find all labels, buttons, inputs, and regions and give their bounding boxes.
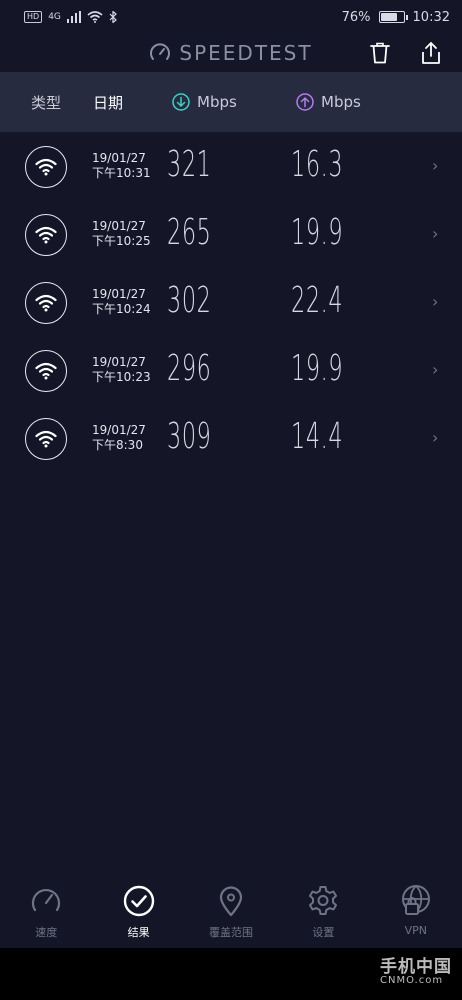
- result-time: 下午10:25: [92, 234, 151, 248]
- cnmo-watermark: 手机中国 CNMO.com: [380, 952, 452, 986]
- system-bottom-bar: 手机中国 CNMO.com: [0, 948, 462, 1000]
- signal-icon: [66, 11, 81, 23]
- result-datetime: 19/01/27 下午10:23: [92, 355, 151, 385]
- chevron-right-icon: ›: [432, 292, 439, 311]
- nav-speed[interactable]: 速度: [0, 872, 92, 948]
- column-upload[interactable]: Mbps: [296, 93, 361, 111]
- share-icon: [422, 42, 440, 64]
- wifi-type-icon: [25, 214, 67, 256]
- result-upload: 16.3: [291, 144, 344, 185]
- gear-icon: [306, 884, 340, 918]
- trash-icon: [370, 42, 390, 64]
- nav-vpn[interactable]: VPN: [370, 872, 462, 948]
- result-date: 19/01/27: [92, 287, 146, 301]
- watermark-en: CNMO.com: [380, 975, 444, 986]
- result-time: 下午10:24: [92, 302, 151, 316]
- status-left: HD 4G: [24, 11, 117, 23]
- watermark-cn: 手机中国: [380, 957, 452, 977]
- hd-badge: HD: [24, 11, 43, 23]
- result-row[interactable]: 19/01/27 下午10:23 296 19.9 ›: [0, 336, 462, 404]
- upload-unit: Mbps: [321, 93, 361, 111]
- result-date: 19/01/27: [92, 355, 146, 369]
- result-datetime: 19/01/27 下午10:24: [92, 287, 151, 317]
- result-row[interactable]: 19/01/27 下午10:24 302 22.4 ›: [0, 268, 462, 336]
- logo-text: SPEEDTEST: [179, 41, 313, 65]
- result-time: 下午10:31: [92, 166, 151, 180]
- battery-percent: 76%: [341, 9, 371, 25]
- download-unit: Mbps: [197, 93, 237, 111]
- chevron-right-icon: ›: [432, 428, 439, 447]
- result-upload: 19.9: [291, 348, 344, 389]
- results-column-header: 类型 日期 Mbps Mbps: [0, 72, 462, 132]
- speedometer-icon: [29, 884, 63, 918]
- share-button[interactable]: [416, 38, 446, 68]
- checkmark-circle-icon: [122, 884, 156, 918]
- nav-settings[interactable]: 设置: [277, 872, 369, 948]
- map-pin-icon: [214, 884, 248, 918]
- network-type: 4G: [48, 12, 61, 22]
- result-time: 下午10:23: [92, 370, 151, 384]
- wifi-status-icon: [87, 11, 103, 23]
- status-bar: HD 4G 76% 10:32: [0, 0, 462, 34]
- result-date: 19/01/27: [92, 423, 146, 437]
- download-arrow-icon: [172, 93, 190, 111]
- result-datetime: 19/01/27 下午8:30: [92, 423, 146, 453]
- battery-icon: [378, 11, 408, 23]
- nav-vpn-label: VPN: [404, 924, 428, 937]
- result-upload: 14.4: [291, 416, 344, 457]
- column-download[interactable]: Mbps: [172, 93, 237, 111]
- nav-coverage[interactable]: 覆盖范围: [185, 872, 277, 948]
- chevron-right-icon: ›: [432, 224, 439, 243]
- wifi-type-icon: [25, 282, 67, 324]
- chevron-right-icon: ›: [432, 360, 439, 379]
- result-download: 296: [167, 348, 212, 389]
- result-upload: 22.4: [291, 280, 344, 321]
- result-download: 321: [167, 144, 212, 185]
- nav-results-label: 结果: [127, 926, 150, 939]
- result-row[interactable]: 19/01/27 下午10:31 321 16.3 ›: [0, 132, 462, 200]
- app-header: SPEEDTEST: [0, 34, 462, 72]
- result-upload: 19.9: [291, 212, 344, 253]
- result-row[interactable]: 19/01/27 下午10:25 265 19.9 ›: [0, 200, 462, 268]
- upload-arrow-icon: [296, 93, 314, 111]
- nav-results[interactable]: 结果: [92, 872, 184, 948]
- result-date: 19/01/27: [92, 219, 146, 233]
- wifi-type-icon: [25, 350, 67, 392]
- nav-speed-label: 速度: [35, 926, 58, 939]
- result-datetime: 19/01/27 下午10:31: [92, 151, 151, 181]
- result-download: 302: [167, 280, 212, 321]
- result-row[interactable]: 19/01/27 下午8:30 309 14.4 ›: [0, 404, 462, 472]
- bottom-nav: 速度 结果 覆盖范围 设置 VPN: [0, 872, 462, 948]
- wifi-type-icon: [25, 146, 67, 188]
- result-download: 265: [167, 212, 212, 253]
- nav-settings-label: 设置: [312, 926, 335, 939]
- column-date[interactable]: 日期: [93, 92, 123, 113]
- delete-button[interactable]: [365, 38, 395, 68]
- status-right: 76% 10:32: [342, 10, 450, 25]
- result-time: 下午8:30: [92, 438, 143, 452]
- chevron-right-icon: ›: [432, 156, 439, 175]
- result-date: 19/01/27: [92, 151, 146, 165]
- gauge-logo-icon: [150, 43, 171, 60]
- clock: 10:32: [412, 9, 450, 25]
- speedtest-logo: SPEEDTEST: [149, 41, 312, 65]
- column-type[interactable]: 类型: [31, 92, 61, 113]
- nav-coverage-label: 覆盖范围: [209, 926, 254, 939]
- result-datetime: 19/01/27 下午10:25: [92, 219, 151, 249]
- bluetooth-icon: [109, 11, 117, 23]
- wifi-type-icon: [25, 418, 67, 460]
- result-download: 309: [167, 416, 212, 457]
- globe-lock-icon: [399, 884, 433, 918]
- results-list: 19/01/27 下午10:31 321 16.3 › 19/01/27 下午1…: [0, 132, 462, 472]
